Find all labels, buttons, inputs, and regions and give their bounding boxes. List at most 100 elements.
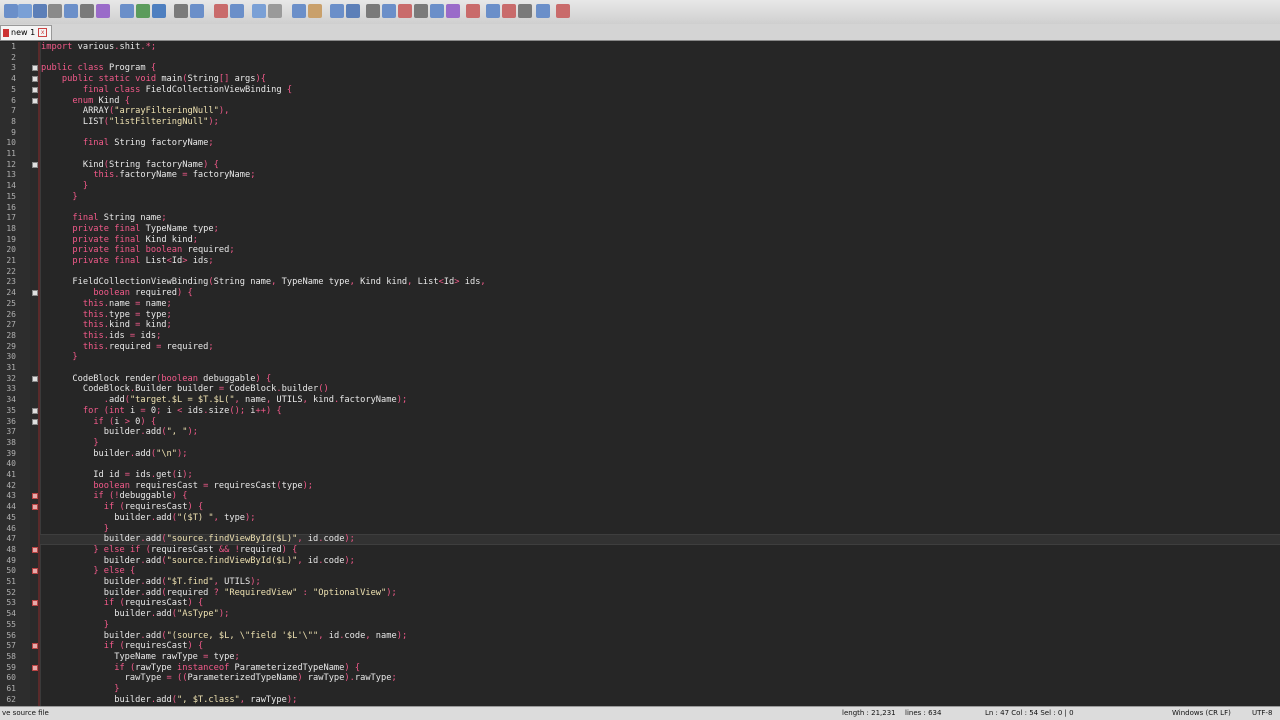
toolbar-button[interactable] — [18, 4, 32, 18]
code-line[interactable]: 51 builder.add("$T.find", UTILS); — [0, 577, 1280, 588]
code-line[interactable]: 8 LIST("listFilteringNull"); — [0, 117, 1280, 128]
toolbar-button[interactable] — [190, 4, 204, 18]
toolbar-button[interactable] — [48, 4, 62, 18]
toolbar-button[interactable] — [120, 4, 134, 18]
toolbar-button[interactable] — [96, 4, 110, 18]
fold-toggle-icon[interactable] — [32, 65, 38, 72]
fold-toggle-icon[interactable] — [32, 493, 38, 500]
fold-toggle-icon[interactable] — [32, 504, 38, 511]
fold-toggle-icon[interactable] — [32, 600, 38, 607]
close-icon[interactable]: x — [38, 28, 48, 37]
code-line[interactable]: 27 this.kind = kind; — [0, 320, 1280, 331]
toolbar-button[interactable] — [518, 4, 532, 18]
code-line[interactable]: 58 TypeName rawType = type; — [0, 652, 1280, 663]
code-line[interactable]: 40 — [0, 459, 1280, 470]
toolbar-button[interactable] — [308, 4, 322, 18]
toolbar-button[interactable] — [398, 4, 412, 18]
toolbar-button[interactable] — [382, 4, 396, 18]
code-line[interactable]: 5 final class FieldCollectionViewBinding… — [0, 85, 1280, 96]
code-line[interactable]: 42 boolean requiresCast = requiresCast(t… — [0, 481, 1280, 492]
code-line[interactable]: 24 boolean required) { — [0, 288, 1280, 299]
code-line[interactable]: 21 private final List<Id> ids; — [0, 256, 1280, 267]
code-line[interactable]: 20 private final boolean required; — [0, 245, 1280, 256]
code-line[interactable]: 46 } — [0, 524, 1280, 535]
code-line[interactable]: 6 enum Kind { — [0, 96, 1280, 107]
code-line[interactable]: 38 } — [0, 438, 1280, 449]
toolbar-button[interactable] — [64, 4, 78, 18]
code-line[interactable]: 19 private final Kind kind; — [0, 235, 1280, 246]
code-line[interactable]: 23 FieldCollectionViewBinding(String nam… — [0, 277, 1280, 288]
toolbar-button[interactable] — [33, 4, 47, 18]
toolbar-button[interactable] — [174, 4, 188, 18]
code-line[interactable]: 29 this.required = required; — [0, 342, 1280, 353]
code-line[interactable]: 26 this.type = type; — [0, 310, 1280, 321]
toolbar-button[interactable] — [252, 4, 266, 18]
code-line[interactable]: 32 CodeBlock render(boolean debuggable) … — [0, 374, 1280, 385]
fold-toggle-icon[interactable] — [32, 290, 38, 297]
fold-toggle-icon[interactable] — [32, 97, 38, 104]
toolbar-button[interactable] — [536, 4, 550, 18]
code-line[interactable]: 7 ARRAY("arrayFilteringNull"), — [0, 106, 1280, 117]
code-line[interactable]: 50 } else { — [0, 566, 1280, 577]
code-line[interactable]: 22 — [0, 267, 1280, 278]
fold-toggle-icon[interactable] — [32, 546, 38, 553]
code-line[interactable]: 52 builder.add(required ? "RequiredView"… — [0, 588, 1280, 599]
code-line[interactable]: 16 — [0, 203, 1280, 214]
code-line[interactable]: 13 this.factoryName = factoryName; — [0, 170, 1280, 181]
toolbar-button[interactable] — [268, 4, 282, 18]
toolbar-button[interactable] — [466, 4, 480, 18]
toolbar-button[interactable] — [502, 4, 516, 18]
code-line[interactable]: 10 final String factoryName; — [0, 138, 1280, 149]
fold-toggle-icon[interactable] — [32, 664, 38, 671]
code-line[interactable]: 2 — [0, 53, 1280, 64]
code-line[interactable]: 37 builder.add(", "); — [0, 427, 1280, 438]
fold-toggle-icon[interactable] — [32, 643, 38, 650]
code-line[interactable]: 44 if (requiresCast) { — [0, 502, 1280, 513]
code-line[interactable]: 31 — [0, 363, 1280, 374]
toolbar-button[interactable] — [136, 4, 150, 18]
code-line[interactable]: 34 .add("target.$L = $T.$L(", name, UTIL… — [0, 395, 1280, 406]
code-line[interactable]: 28 this.ids = ids; — [0, 331, 1280, 342]
code-line[interactable]: 43 if (!debuggable) { — [0, 491, 1280, 502]
code-line[interactable]: 48 } else if (requiresCast && !required)… — [0, 545, 1280, 556]
toolbar-button[interactable] — [230, 4, 244, 18]
toolbar-button[interactable] — [292, 4, 306, 18]
toolbar-button[interactable] — [366, 4, 380, 18]
code-line[interactable]: 35 for (int i = 0; i < ids.size(); i++) … — [0, 406, 1280, 417]
code-line[interactable]: 11 — [0, 149, 1280, 160]
code-line[interactable]: 60 rawType = ((ParameterizedTypeName) ra… — [0, 673, 1280, 684]
code-line[interactable]: 61 } — [0, 684, 1280, 695]
code-line[interactable]: 49 builder.add("source.findViewById($L)"… — [0, 556, 1280, 567]
code-line[interactable]: 17 final String name; — [0, 213, 1280, 224]
code-line[interactable]: 3 public class Program { — [0, 63, 1280, 74]
fold-toggle-icon[interactable] — [32, 407, 38, 414]
code-line[interactable]: 14 } — [0, 181, 1280, 192]
toolbar-button[interactable] — [214, 4, 228, 18]
code-line[interactable]: 1 import various.shit.*; — [0, 42, 1280, 53]
code-line[interactable]: 55 } — [0, 620, 1280, 631]
code-line[interactable]: 18 private final TypeName type; — [0, 224, 1280, 235]
toolbar-button[interactable] — [330, 4, 344, 18]
toolbar-button[interactable] — [80, 4, 94, 18]
fold-toggle-icon[interactable] — [32, 76, 38, 83]
toolbar-button[interactable] — [346, 4, 360, 18]
code-line[interactable]: 36 if (i > 0) { — [0, 417, 1280, 428]
code-line[interactable]: 9 — [0, 128, 1280, 139]
code-line[interactable]: 39 builder.add("\n"); — [0, 449, 1280, 460]
code-line[interactable]: 56 builder.add("(source, $L, \"field '$L… — [0, 631, 1280, 642]
toolbar-button[interactable] — [414, 4, 428, 18]
code-line[interactable]: 45 builder.add("($T) ", type); — [0, 513, 1280, 524]
code-line[interactable]: 30 } — [0, 352, 1280, 363]
fold-toggle-icon[interactable] — [32, 86, 38, 93]
code-line[interactable]: 33 CodeBlock.Builder builder = CodeBlock… — [0, 384, 1280, 395]
code-line[interactable]: 57 if (requiresCast) { — [0, 641, 1280, 652]
toolbar-button[interactable] — [4, 4, 18, 18]
fold-toggle-icon[interactable] — [32, 418, 38, 425]
toolbar-button[interactable] — [486, 4, 500, 18]
document-tab[interactable]: new 1x — [0, 25, 53, 40]
code-line[interactable]: 54 builder.add("AsType"); — [0, 609, 1280, 620]
code-line[interactable]: 62 builder.add(", $T.class", rawType); — [0, 695, 1280, 706]
code-line[interactable]: 25 this.name = name; — [0, 299, 1280, 310]
fold-toggle-icon[interactable] — [32, 161, 38, 168]
toolbar-button[interactable] — [446, 4, 460, 18]
